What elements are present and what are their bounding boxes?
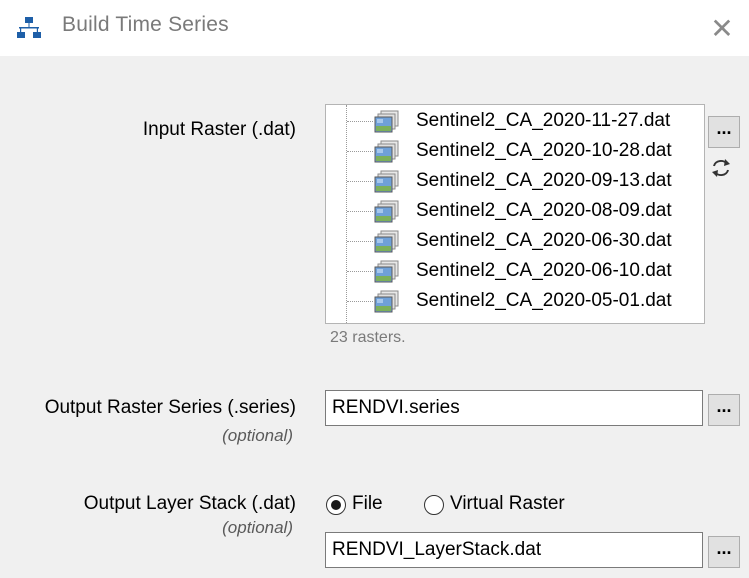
raster-list-item[interactable]: Sentinel2_CA_2020-10-28.dat <box>326 137 704 167</box>
raster-file-name: Sentinel2_CA_2020-05-01.dat <box>416 290 672 311</box>
raster-list-item[interactable]: Sentinel2_CA_2020-11-27.dat <box>326 107 704 137</box>
raster-list-item[interactable]: Sentinel2_CA_2020-05-01.dat <box>326 287 704 317</box>
window-title: Build Time Series <box>62 13 229 36</box>
output-series-browse-button[interactable]: ... <box>708 394 740 426</box>
tree-connector <box>347 151 373 152</box>
radio-file[interactable] <box>326 495 346 515</box>
output-stack-input[interactable]: RENDVI_LayerStack.dat <box>325 532 703 568</box>
raster-file-icon <box>374 230 400 254</box>
raster-file-icon <box>374 200 400 224</box>
raster-list-item[interactable]: Sentinel2_CA_2020-06-30.dat <box>326 227 704 257</box>
input-raster-list[interactable]: Sentinel2_CA_2020-11-27.dat Sentinel2_CA_… <box>325 104 705 324</box>
raster-file-icon <box>374 140 400 164</box>
raster-file-name: Sentinel2_CA_2020-09-13.dat <box>416 170 672 191</box>
output-series-label: Output Raster Series (.series) <box>44 397 296 418</box>
title-bar: Build Time Series ✕ <box>0 0 749 56</box>
output-stack-browse-button[interactable]: ... <box>708 536 740 568</box>
raster-file-name: Sentinel2_CA_2020-08-09.dat <box>416 200 672 221</box>
tree-connector <box>347 241 373 242</box>
raster-file-name: Sentinel2_CA_2020-06-10.dat <box>416 260 672 281</box>
refresh-icon[interactable] <box>709 156 733 180</box>
radio-virtual-raster-label[interactable]: Virtual Raster <box>450 493 565 515</box>
close-icon: ✕ <box>710 12 734 44</box>
raster-file-icon <box>374 290 400 314</box>
tree-connector <box>347 271 373 272</box>
close-button[interactable]: ✕ <box>695 0 749 56</box>
output-stack-optional: (optional) <box>222 518 293 537</box>
raster-list-item[interactable]: Sentinel2_CA_2020-06-10.dat <box>326 257 704 287</box>
tree-connector <box>347 121 373 122</box>
raster-file-name: Sentinel2_CA_2020-11-27.dat <box>416 110 671 131</box>
output-series-input[interactable]: RENDVI.series <box>325 390 703 426</box>
build-tree-icon <box>17 17 41 38</box>
raster-list-item[interactable]: Sentinel2_CA_2020-08-09.dat <box>326 197 704 227</box>
raster-file-name: Sentinel2_CA_2020-06-30.dat <box>416 230 672 251</box>
raster-count: 23 rasters. <box>330 329 406 346</box>
raster-file-name: Sentinel2_CA_2020-10-28.dat <box>416 140 672 161</box>
radio-file-label[interactable]: File <box>352 493 383 515</box>
raster-file-icon <box>374 260 400 284</box>
tree-connector <box>347 181 373 182</box>
tree-connector <box>347 301 373 302</box>
radio-virtual-raster[interactable] <box>424 495 444 515</box>
tree-connector <box>347 211 373 212</box>
input-raster-browse-button[interactable]: ... <box>708 116 740 148</box>
raster-file-icon <box>374 110 400 134</box>
raster-list-item[interactable]: Sentinel2_CA_2020-09-13.dat <box>326 167 704 197</box>
input-raster-label: Input Raster (.dat) <box>142 119 296 140</box>
raster-file-icon <box>374 170 400 194</box>
output-stack-label: Output Layer Stack (.dat) <box>83 493 296 514</box>
output-series-optional: (optional) <box>222 426 293 445</box>
